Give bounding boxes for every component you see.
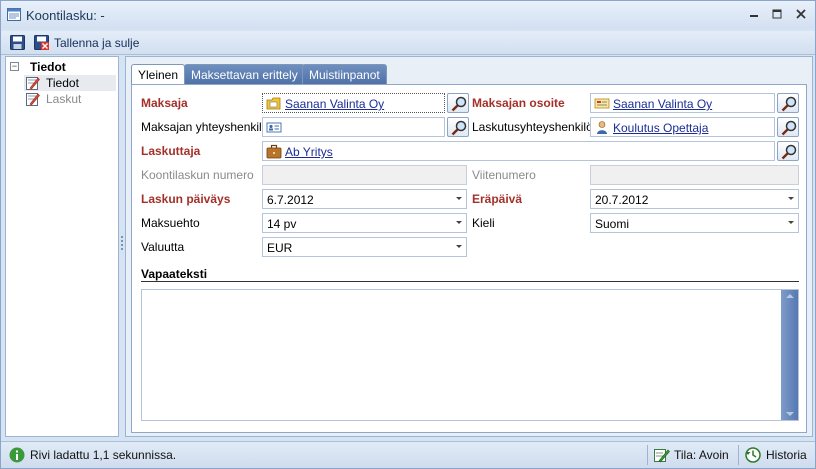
person-icon [597, 121, 607, 134]
erapaiva-date-picker[interactable]: 20.7.2012 [590, 189, 799, 209]
close-icon [796, 9, 806, 19]
laskutusyhteyshenkilo-search-button[interactable] [777, 117, 799, 137]
laskun-paivays-date-picker[interactable]: 6.7.2012 [262, 189, 467, 209]
kieli-select[interactable]: Suomi [590, 213, 799, 233]
maksajan-osoite-value-link[interactable]: Saanan Valinta Oy [613, 97, 712, 111]
scroll-down-icon[interactable] [786, 412, 794, 416]
chevron-down-icon[interactable] [456, 245, 462, 248]
close-button[interactable] [791, 6, 811, 24]
company-folder-icon [266, 97, 281, 110]
address-card-icon [594, 98, 610, 109]
chevron-down-icon[interactable] [788, 197, 794, 200]
laskutusyhteyshenkilo-value-link[interactable]: Koulutus Opettaja [613, 121, 708, 135]
erapaiva-value: 20.7.2012 [595, 193, 649, 207]
info-icon [9, 447, 25, 463]
maksuehto-label: Maksuehto [141, 216, 200, 230]
maksaja-field[interactable]: Saanan Valinta Oy [262, 93, 445, 113]
window-title: Koontilasku: - [26, 8, 105, 23]
chevron-down-icon[interactable] [456, 221, 462, 224]
laskuttaja-label: Laskuttaja [141, 144, 201, 158]
history-button[interactable]: Historia [766, 448, 807, 462]
laskutusyhteyshenkilo-label: Laskutusyhteyshenkilö [472, 120, 593, 134]
panel-splitter[interactable] [120, 56, 124, 437]
tree-root-label[interactable]: Tiedot [30, 60, 66, 74]
maksajan-yhteyshenkilo-field[interactable] [262, 117, 445, 137]
maximize-button[interactable] [767, 6, 787, 24]
maksajan-yhteyshenkilo-label: Maksajan yhteyshenkilö [141, 120, 269, 134]
maksuehto-select[interactable]: 14 pv [262, 213, 467, 233]
status-bar: Rivi ladattu 1,1 sekunnissa. Tila: Avoin… [1, 441, 815, 468]
window: Koontilasku: - Tallenna ja sulje − Tiedo… [0, 0, 816, 469]
maksajan-osoite-field[interactable]: Saanan Valinta Oy [590, 93, 775, 113]
koontilaskun-numero-field [262, 165, 467, 185]
kieli-label: Kieli [472, 216, 495, 230]
tree-item-label: Tiedot [46, 76, 79, 90]
status-separator [738, 445, 739, 465]
minimize-button[interactable] [744, 6, 764, 24]
maksaja-value-link[interactable]: Saanan Valinta Oy [285, 97, 384, 111]
save-and-close-icon[interactable] [34, 35, 49, 50]
search-icon [781, 96, 797, 112]
koontilaskun-numero-label: Koontilaskun numero [141, 168, 254, 182]
laskutusyhteyshenkilo-field[interactable]: Koulutus Opettaja [590, 117, 775, 137]
save-and-close-button[interactable]: Tallenna ja sulje [54, 36, 139, 50]
erapaiva-label: Eräpäivä [472, 192, 523, 206]
valuutta-select[interactable]: EUR [262, 237, 467, 257]
state-label[interactable]: Tila: Avoin [674, 448, 729, 462]
divider [141, 281, 799, 282]
laskun-paivays-label: Laskun päiväys [141, 192, 231, 206]
maksuehto-value: 14 pv [267, 217, 297, 231]
textarea-scrollbar[interactable] [781, 290, 798, 420]
tree-collapse-toggle[interactable]: − [10, 62, 19, 71]
search-icon [451, 96, 467, 112]
search-icon [781, 120, 797, 136]
navigation-tree: − Tiedot Tiedot Laskut [5, 56, 119, 437]
tab-muistiinpanot[interactable]: Muistiinpanot [302, 64, 387, 84]
maksajan-osoite-search-button[interactable] [777, 93, 799, 113]
search-icon [781, 144, 797, 160]
main-panel: Yleinen Maksettavan erittely Muistiinpan… [125, 56, 813, 437]
viitenumero-label: Viitenumero [472, 168, 536, 182]
chevron-down-icon[interactable] [788, 221, 794, 224]
toolbar: Tallenna ja sulje [1, 31, 815, 55]
edit-form-icon [26, 93, 40, 106]
maksaja-label: Maksaja [141, 96, 188, 110]
chevron-down-icon[interactable] [456, 197, 462, 200]
laskuttaja-value-link[interactable]: Ab Yritys [285, 145, 333, 159]
laskuttaja-field[interactable]: Ab Yritys [262, 141, 775, 161]
minimize-icon [750, 15, 758, 17]
valuutta-label: Valuutta [141, 240, 185, 254]
tree-item-tiedot[interactable]: Tiedot [24, 75, 116, 91]
laskuttaja-search-button[interactable] [777, 141, 799, 161]
vapaateksti-textarea[interactable] [141, 289, 799, 421]
vapaateksti-heading: Vapaateksti [141, 267, 208, 281]
edit-form-icon [26, 77, 40, 90]
maximize-icon [772, 9, 782, 19]
kieli-value: Suomi [595, 217, 630, 231]
valuutta-value: EUR [267, 241, 293, 255]
briefcase-icon [266, 144, 282, 159]
search-icon [451, 120, 467, 136]
laskun-paivays-value: 6.7.2012 [267, 193, 314, 207]
tab-maksettavan-erittely[interactable]: Maksettavan erittely [184, 64, 305, 84]
invoice-app-icon [7, 8, 21, 21]
save-icon[interactable] [10, 35, 25, 50]
tab-yleinen[interactable]: Yleinen [131, 64, 186, 86]
contact-card-icon [266, 122, 282, 133]
general-tab-content: Maksaja Saanan Valinta Oy Maksajan osoit… [131, 84, 807, 433]
status-message: Rivi ladattu 1,1 sekunnissa. [30, 448, 177, 462]
title-bar: Koontilasku: - [1, 1, 815, 29]
maksajan-yhteyshenkilo-search-button[interactable] [447, 117, 469, 137]
history-icon[interactable] [745, 447, 761, 463]
scroll-up-icon[interactable] [786, 294, 794, 298]
viitenumero-field [590, 165, 799, 185]
maksajan-osoite-label: Maksajan osoite [472, 96, 565, 110]
tree-item-laskut[interactable]: Laskut [24, 91, 116, 107]
status-separator [647, 445, 648, 465]
edit-state-icon [654, 449, 670, 463]
tree-item-label: Laskut [46, 92, 82, 106]
maksaja-search-button[interactable] [447, 93, 469, 113]
